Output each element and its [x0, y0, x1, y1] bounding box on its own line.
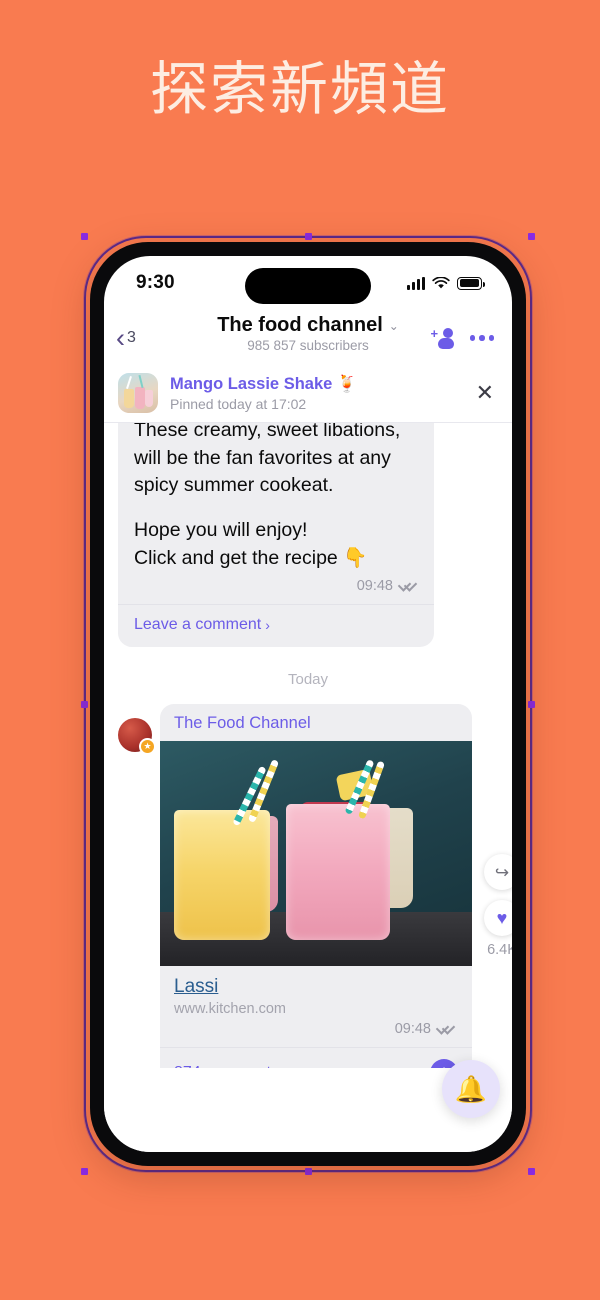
battery-icon: [457, 276, 485, 290]
design-handle-bottom-center: [305, 1168, 312, 1175]
message-paragraph: Hope you will enjoy! Click and get the r…: [134, 519, 368, 569]
status-bar: 9:30: [104, 256, 512, 310]
smoothie-photo[interactable]: [160, 741, 472, 967]
message-reaction-side: 5.8K: [453, 423, 505, 426]
message-meta: 09:48: [118, 578, 434, 604]
phone-screen: 9:30 ‹ 3 The food channel ⌄ 985 857 subs…: [104, 256, 512, 1152]
design-handle-bottom-right: [528, 1168, 535, 1175]
back-unread-count: 3: [127, 329, 136, 346]
bottom-bar: 🔔: [104, 1060, 512, 1152]
post-author: The Food Channel: [174, 714, 311, 733]
design-handle-bottom-left: [81, 1168, 88, 1175]
cellular-bars-icon: [407, 276, 425, 290]
design-handle-middle-right: [528, 701, 535, 708]
chat-subscribers: 985 857 subscribers: [247, 338, 369, 353]
phone-body: 9:30 ‹ 3 The food channel ⌄ 985 857 subs…: [90, 242, 526, 1166]
design-handle-middle-left: [81, 701, 88, 708]
post-meta: 09:48: [160, 1021, 472, 1047]
like-count: 6.4K: [487, 942, 512, 959]
message-text: These creamy, sweet libations, will be t…: [118, 423, 434, 578]
double-check-icon: [437, 1024, 456, 1035]
message-item: ★ The Food Channel Lassi www.kitchen.com…: [118, 704, 512, 1068]
message-paragraph: These creamy, sweet libations, will be t…: [134, 423, 401, 497]
design-handle-top-right: [528, 233, 535, 240]
pinned-message-subtitle: Pinned today at 17:02: [170, 395, 307, 412]
pinned-message-title: Mango Lassie Shake 🍹: [170, 374, 358, 393]
like-button[interactable]: ♥: [484, 900, 512, 937]
close-icon[interactable]: ✕: [472, 378, 498, 408]
post-comments-button[interactable]: 874 comments › ✳: [160, 1048, 472, 1068]
link-title[interactable]: Lassi: [174, 976, 218, 998]
reaction-count: 5.8K: [453, 423, 505, 426]
link-url: www.kitchen.com: [174, 1001, 287, 1018]
chat-message-list[interactable]: These creamy, sweet libations, will be t…: [104, 423, 512, 1068]
message-bubble[interactable]: These creamy, sweet libations, will be t…: [118, 423, 434, 648]
design-handle-top-center: [305, 233, 312, 240]
chevron-down-icon: ⌄: [388, 318, 399, 333]
channel-avatar[interactable]: ★: [118, 718, 156, 756]
chevron-right-icon: ›: [265, 617, 270, 634]
heart-icon: ♥: [496, 908, 508, 929]
share-button[interactable]: ↪: [484, 854, 512, 891]
dynamic-island: [245, 268, 371, 304]
pinned-message-bar[interactable]: Mango Lassie Shake 🍹 Pinned today at 17:…: [104, 366, 512, 423]
bell-icon: 🔔: [454, 1074, 488, 1104]
chat-header: ‹ 3 The food channel ⌄ 985 857 subscribe…: [104, 310, 512, 366]
post-side-actions: ↪ ♥ 6.4K: [484, 854, 512, 958]
mute-notifications-button[interactable]: 🔔: [442, 1060, 500, 1118]
more-options-icon[interactable]: [469, 335, 494, 341]
leave-comment-label: Leave a comment: [134, 616, 262, 634]
pinned-message-thumbnail: [118, 373, 158, 413]
leave-comment-button[interactable]: Leave a comment ›: [118, 605, 434, 647]
star-badge-icon: ★: [139, 738, 156, 756]
message-time: 09:48: [356, 578, 393, 595]
status-time: 9:30: [136, 272, 175, 293]
photo-glass-berry: [286, 804, 390, 941]
post-time: 09:48: [394, 1021, 431, 1038]
phone-mockup: 9:30 ‹ 3 The food channel ⌄ 985 857 subs…: [81, 233, 535, 1175]
wifi-icon: [432, 276, 450, 288]
back-button[interactable]: ‹ 3: [116, 322, 136, 353]
back-chevron-icon: ‹: [116, 322, 125, 353]
pinned-message-texts: Mango Lassie Shake 🍹 Pinned today at 17:…: [170, 375, 460, 412]
date-separator: Today: [287, 671, 329, 689]
status-indicators: [407, 276, 485, 290]
share-arrow-icon: ↪: [494, 862, 510, 882]
message-item: These creamy, sweet libations, will be t…: [118, 423, 498, 648]
link-preview[interactable]: Lassi www.kitchen.com: [160, 966, 472, 1021]
chat-title: The food channel: [217, 314, 383, 336]
add-user-icon[interactable]: +: [431, 327, 454, 349]
double-check-icon: [399, 581, 418, 592]
header-actions: +: [431, 327, 494, 349]
design-handle-top-left: [81, 233, 88, 240]
post-bubble[interactable]: The Food Channel Lassi www.kitchen.com 0…: [160, 704, 472, 1068]
page-title: 探索新頻道: [149, 57, 450, 122]
photo-glass-mango: [174, 810, 270, 941]
